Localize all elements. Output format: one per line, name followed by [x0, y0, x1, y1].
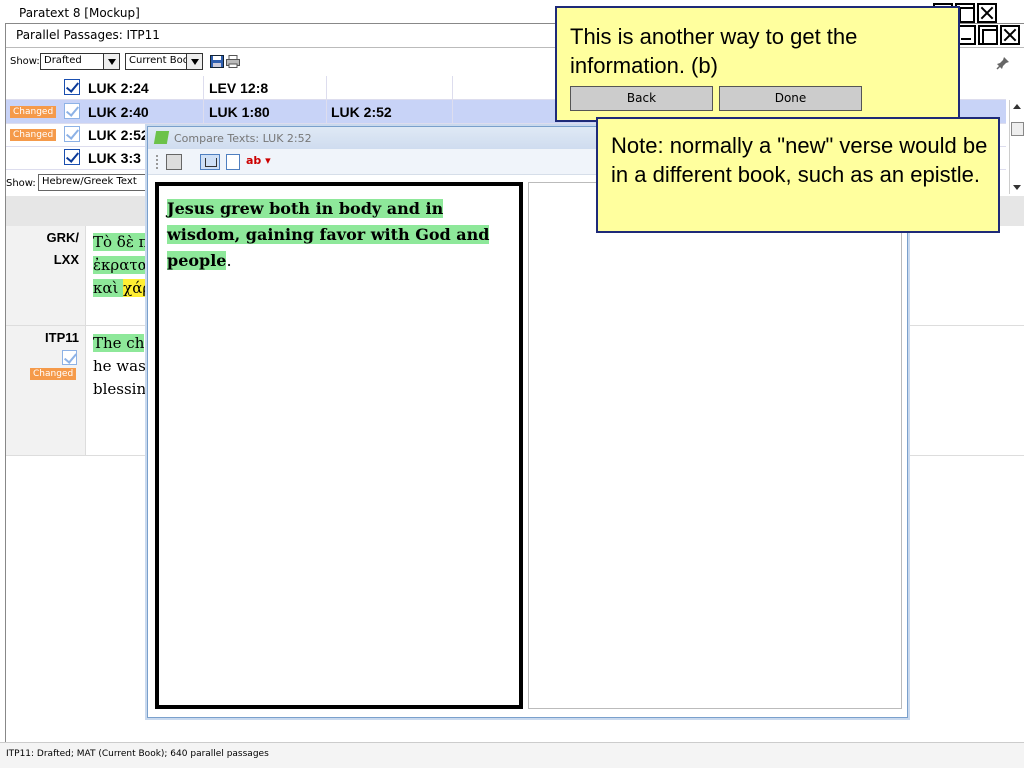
callout-message: This is another way to get the informati…: [570, 24, 858, 78]
compare-right-pane[interactable]: [528, 182, 902, 709]
changed-badge: Changed: [30, 368, 77, 380]
text-type-value: Hebrew/Greek Text: [42, 176, 137, 187]
passage-reference[interactable]: LUK 2:24: [88, 80, 149, 96]
compare-left-pane[interactable]: Jesus grew both in body and in wisdom, g…: [155, 182, 523, 709]
approved-checkbox[interactable]: [62, 350, 77, 365]
app-title: Paratext 8 [Mockup]: [19, 6, 140, 20]
passage-reference[interactable]: LUK 2:40: [88, 104, 149, 120]
greek-line-2: ἐκρατα: [93, 256, 148, 274]
compare-left-tail: .: [226, 251, 232, 270]
scope-dropdown[interactable]: Current Book: [125, 53, 203, 70]
done-button[interactable]: Done: [719, 86, 862, 111]
grk-tag-line1: GRK/: [46, 230, 80, 245]
pin-icon[interactable]: [996, 56, 1010, 70]
compare-title: Compare Texts: LUK 2:52: [174, 132, 312, 145]
text-type-dropdown[interactable]: Hebrew/Greek Text: [38, 174, 150, 191]
column-divider: [326, 76, 327, 100]
scope-value: Current Book: [129, 55, 195, 66]
print-icon[interactable]: [226, 55, 240, 68]
maximize-icon[interactable]: [978, 25, 998, 45]
itp-line-2: he was: [93, 357, 146, 375]
changed-badge: Changed: [10, 106, 57, 118]
passage-reference[interactable]: LUK 2:52: [331, 104, 392, 120]
grk-tag-line2: LXX: [53, 252, 79, 267]
tutorial-callout: This is another way to get the informati…: [555, 6, 960, 122]
close-icon[interactable]: [1000, 25, 1020, 45]
close-icon[interactable]: [977, 3, 997, 23]
itp-tag: ITP11: [45, 330, 79, 345]
compare-left-highlight: Jesus grew both in body and in wisdom, g…: [167, 199, 490, 270]
row-gutter: ITP11 Changed: [6, 326, 86, 455]
itp-line-1: The ch: [93, 334, 145, 352]
column-divider: [203, 76, 204, 100]
pp-window-controls: [956, 25, 1020, 45]
scroll-thumb[interactable]: [1011, 122, 1024, 136]
passage-reference[interactable]: LUK 2:52: [88, 127, 149, 143]
parallel-passages-title: Parallel Passages: ITP11: [16, 28, 160, 42]
column-divider: [452, 100, 453, 124]
column-divider: [326, 100, 327, 124]
column-divider: [452, 76, 453, 100]
note-message: Note: normally a "new" verse would be in…: [611, 133, 988, 187]
status-bar: ITP11: Drafted; MAT (Current Book); 640 …: [0, 742, 1024, 768]
greek-line-1: Τὸ δὲ π: [93, 233, 149, 251]
paratext-logo-icon: [153, 131, 170, 144]
greek-line-3a: καὶ: [93, 279, 124, 297]
passage-checkbox[interactable]: [64, 149, 80, 165]
passage-reference[interactable]: LUK 3:3: [88, 150, 141, 166]
compare-left-text: Jesus grew both in body and in wisdom, g…: [167, 196, 507, 274]
passage-reference[interactable]: LEV 12:8: [209, 80, 268, 96]
passage-checkbox[interactable]: [64, 79, 80, 95]
greek-text: Τὸ δὲ π ἐκρατα καὶ χάρ: [93, 231, 152, 300]
back-button[interactable]: Back: [570, 86, 713, 111]
print-icon[interactable]: [166, 154, 182, 170]
passage-checkbox[interactable]: [64, 103, 80, 119]
note-callout: Note: normally a "new" verse would be in…: [596, 117, 1000, 233]
fit-width-icon[interactable]: [226, 154, 240, 170]
show-label: Show:: [6, 178, 36, 189]
chevron-down-icon: [186, 54, 202, 69]
passage-checkbox[interactable]: [64, 126, 80, 142]
passage-reference[interactable]: LUK 1:80: [209, 104, 270, 120]
chevron-down-icon: [103, 54, 119, 69]
book-view-icon[interactable]: [200, 154, 220, 170]
column-divider: [203, 100, 204, 124]
status-filter-value: Drafted: [44, 55, 82, 66]
status-filter-dropdown[interactable]: Drafted: [40, 53, 120, 70]
status-text: ITP11: Drafted; MAT (Current Book); 640 …: [6, 749, 269, 759]
scroll-up-icon[interactable]: [1013, 104, 1021, 109]
save-icon[interactable]: [210, 55, 224, 68]
row-gutter: GRK/ LXX: [6, 226, 86, 325]
toolbar-grip: [156, 155, 158, 169]
changed-badge: Changed: [10, 129, 57, 141]
show-label: Show:: [10, 56, 40, 67]
highlight-mode-icon[interactable]: ab ▾: [246, 154, 272, 170]
highlight-mode-label: ab: [246, 154, 262, 167]
